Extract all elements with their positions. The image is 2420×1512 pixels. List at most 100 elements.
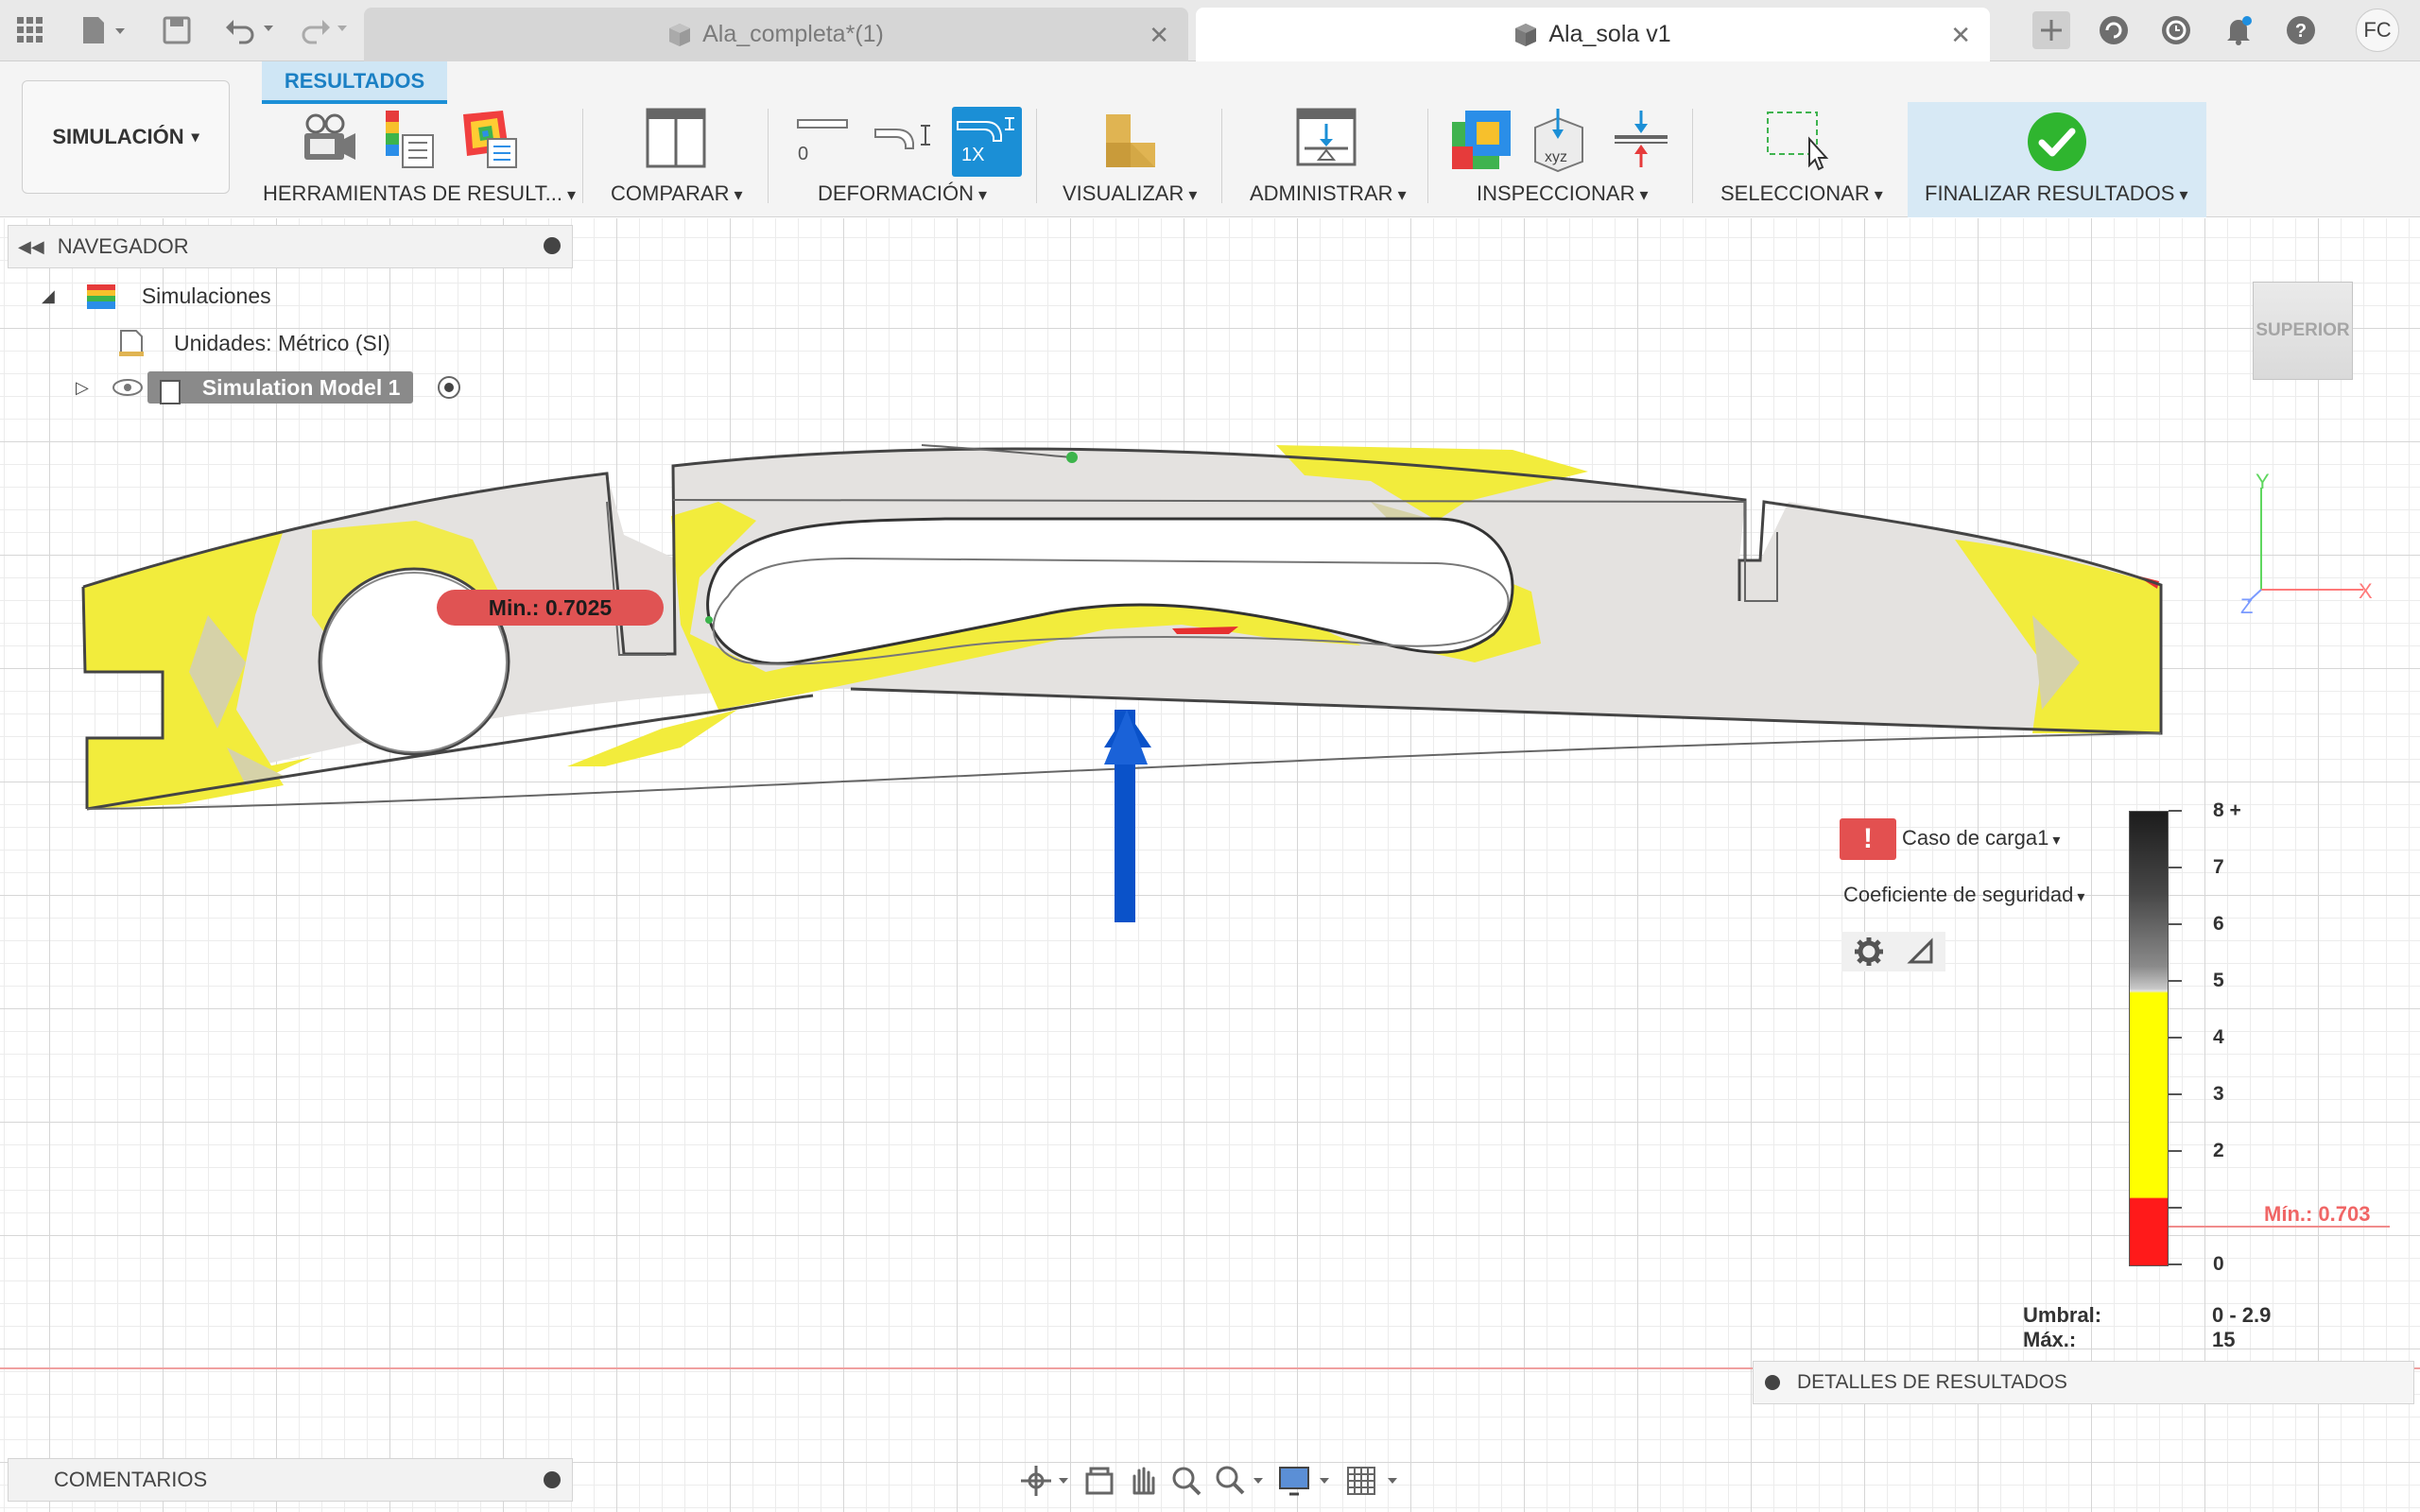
threshold-value: 0 - 2.9 xyxy=(2212,1303,2272,1327)
simulation-results-icon xyxy=(86,284,115,309)
inspect-menu[interactable]: INSPECCIONAR xyxy=(1477,181,1649,206)
grid-settings-icon[interactable] xyxy=(1346,1464,1403,1498)
warning-icon[interactable]: ! xyxy=(1840,818,1896,860)
result-plot-icon[interactable] xyxy=(461,109,520,169)
x-axis-label: X xyxy=(2359,579,2373,603)
help-icon[interactable]: ? xyxy=(2282,11,2320,49)
tick-mark xyxy=(2169,1150,2182,1152)
component-cube-icon xyxy=(669,23,691,46)
finish-checkmark-icon[interactable] xyxy=(2026,111,2088,173)
tab-ala-sola[interactable]: Ala_sola v1 ✕ xyxy=(1196,8,1990,61)
redo-icon[interactable] xyxy=(297,13,352,47)
separator xyxy=(1692,109,1693,203)
legend-options-icon[interactable] xyxy=(1906,937,1935,966)
min-legend-label: Mín.: 0.703 xyxy=(2264,1202,2371,1226)
visibility-eye-icon[interactable] xyxy=(112,378,144,397)
add-comment-icon[interactable] xyxy=(544,1471,561,1488)
ribbon-toolbar: SIMULACIÓN ▾ RESULTADOS HERRAMIENTAS DE R… xyxy=(0,61,2420,217)
settings-gear-icon[interactable] xyxy=(1853,936,1885,968)
compare-menu[interactable]: COMPARAR xyxy=(611,181,743,206)
tick-mark xyxy=(2169,923,2182,925)
navigation-toolbar xyxy=(1013,1461,1409,1501)
tick-label: 0 xyxy=(2213,1253,2224,1275)
workspace-label: SIMULACIÓN xyxy=(52,125,184,148)
pan-hand-icon[interactable] xyxy=(1127,1465,1159,1497)
tick-label: 7 xyxy=(2213,856,2224,878)
undo-icon[interactable] xyxy=(223,13,278,47)
select-menu[interactable]: SELECCIONAR xyxy=(1720,181,1883,206)
tab-ala-completa[interactable]: Ala_completa*(1) ✕ xyxy=(364,8,1188,61)
safety-factor-colorbar[interactable] xyxy=(2129,811,2169,1266)
tree-item-units[interactable]: Unidades: Métrico (SI) xyxy=(117,329,390,357)
tick-label: 4 xyxy=(2213,1026,2224,1048)
tick-label: 2 xyxy=(2213,1140,2224,1161)
report-colorbar-icon[interactable] xyxy=(382,109,439,169)
separator xyxy=(1036,109,1037,203)
separator xyxy=(768,109,769,203)
reaction-force-icon[interactable] xyxy=(1611,109,1671,169)
save-icon[interactable] xyxy=(161,13,193,47)
actual-scale-button[interactable]: 1X xyxy=(952,107,1022,177)
threshold-label: Umbral: xyxy=(2023,1303,2102,1327)
min-value-marker[interactable]: Min.: 0.7025 xyxy=(437,590,664,626)
manage-menu[interactable]: ADMINISTRAR xyxy=(1250,181,1407,206)
min-point[interactable] xyxy=(705,616,713,624)
deformed-scale-icon[interactable] xyxy=(873,120,936,154)
document-settings-icon xyxy=(119,330,144,356)
visualize-menu[interactable]: VISUALIZAR xyxy=(1063,181,1197,206)
expand-arrow-icon[interactable]: ▷ xyxy=(76,378,89,398)
browser-navigator: ◀◀ NAVEGADOR xyxy=(8,225,573,268)
load-case-dropdown[interactable]: Caso de carga1 ▾ xyxy=(1902,826,2060,850)
zoom-icon[interactable] xyxy=(1170,1465,1202,1497)
expand-details-icon[interactable] xyxy=(1765,1375,1780,1390)
tab-label: Ala_completa*(1) xyxy=(702,21,884,47)
activate-radio-icon[interactable] xyxy=(436,374,462,401)
deformation-menu[interactable]: DEFORMACIÓN xyxy=(818,181,987,206)
close-tab-icon[interactable]: ✕ xyxy=(1950,21,1971,50)
result-type-label: Coeficiente de seguridad xyxy=(1843,883,2074,906)
look-at-icon[interactable] xyxy=(1083,1465,1115,1497)
separator xyxy=(582,109,583,203)
orbit-icon[interactable] xyxy=(1019,1464,1072,1498)
viewcube[interactable]: SUPERIOR xyxy=(2253,282,2353,380)
separator xyxy=(1427,109,1428,203)
user-avatar[interactable]: FC xyxy=(2356,9,2399,52)
finish-results-menu[interactable]: FINALIZAR RESULTADOS xyxy=(1925,181,2188,206)
xyz-probe-icon[interactable]: xyz xyxy=(1530,107,1588,173)
svg-text:?: ? xyxy=(2295,21,2307,42)
animate-camera-icon[interactable] xyxy=(301,111,359,167)
probe-point[interactable] xyxy=(1066,452,1078,463)
tab-label: Ala_sola v1 xyxy=(1548,21,1671,47)
pin-panel-icon[interactable] xyxy=(544,237,561,254)
tab-resultados[interactable]: RESULTADOS xyxy=(262,61,447,104)
new-tab-icon[interactable] xyxy=(2032,11,2070,49)
notifications-bell-icon[interactable] xyxy=(2220,11,2257,49)
result-tools-menu[interactable]: HERRAMIENTAS DE RESULT... xyxy=(263,181,576,206)
result-details-bar[interactable]: DETALLES DE RESULTADOS xyxy=(1753,1361,2414,1404)
display-settings-icon[interactable] xyxy=(1278,1464,1335,1498)
apps-grid-icon[interactable] xyxy=(13,13,47,47)
tree-item-simulation-model[interactable]: ▷ Simulation Model 1 xyxy=(76,370,462,404)
fit-zoom-icon[interactable] xyxy=(1214,1464,1267,1498)
tick-mark xyxy=(2169,1207,2182,1209)
tick-mark xyxy=(2169,867,2182,868)
result-type-dropdown[interactable]: Coeficiente de seguridad ▾ xyxy=(1843,883,2084,907)
expand-arrow-icon[interactable]: ◢ xyxy=(42,286,55,306)
comments-panel[interactable]: COMENTARIOS xyxy=(8,1458,573,1502)
tree-item-simulaciones[interactable]: ◢ Simulaciones xyxy=(42,284,271,309)
svg-text:xyz: xyz xyxy=(1545,149,1567,165)
compare-icon[interactable] xyxy=(645,107,707,169)
collapse-panel-icon[interactable]: ◀◀ xyxy=(18,237,44,257)
load-case-label: Caso de carga1 xyxy=(1902,826,2049,850)
probes-icon[interactable] xyxy=(1450,109,1512,171)
file-menu-icon[interactable] xyxy=(78,13,130,47)
select-window-icon[interactable] xyxy=(1764,109,1830,171)
extensions-icon[interactable] xyxy=(2095,11,2133,49)
workspace-switcher-button[interactable]: SIMULACIÓN ▾ xyxy=(22,80,230,194)
max-value: 15 xyxy=(2212,1328,2236,1351)
close-tab-icon[interactable]: ✕ xyxy=(1149,21,1169,50)
manage-icon[interactable] xyxy=(1295,107,1357,169)
job-status-icon[interactable] xyxy=(2157,11,2195,49)
component-cube-icon xyxy=(1515,23,1537,46)
visualize-icon[interactable] xyxy=(1102,111,1159,171)
